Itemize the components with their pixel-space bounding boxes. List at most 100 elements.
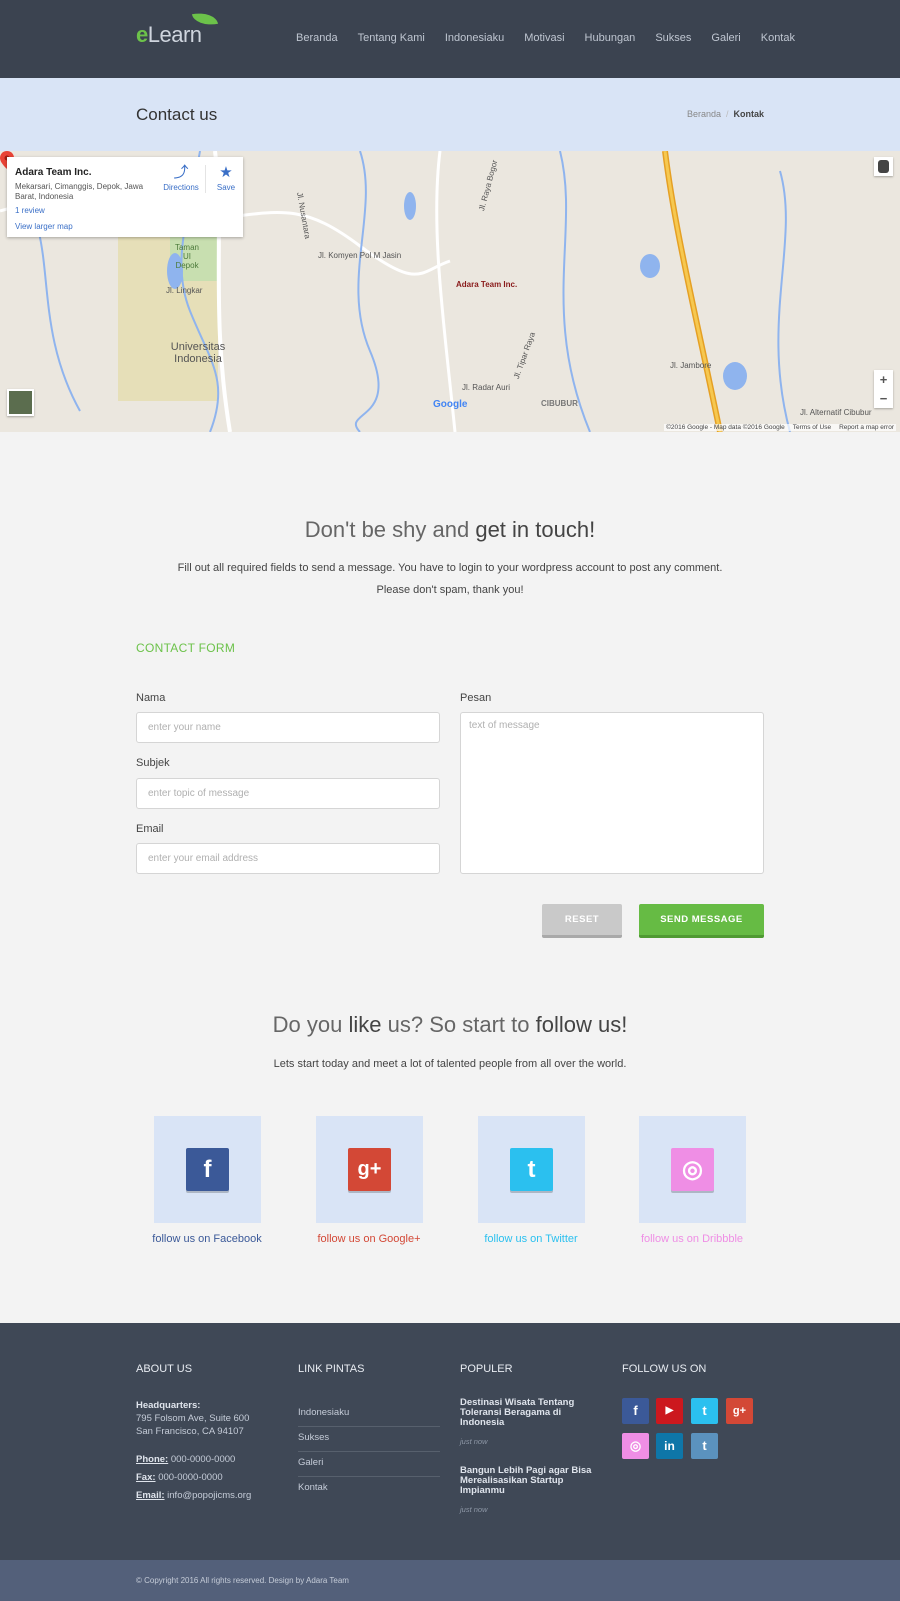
- about-heading: ABOUT US: [136, 1363, 193, 1375]
- google-plus-icon[interactable]: g+: [726, 1398, 753, 1424]
- intro-line-2: Please don't spam, thank you!: [376, 584, 524, 596]
- directions-label: Directions: [163, 183, 199, 192]
- terms-link[interactable]: Terms of Use: [793, 424, 831, 431]
- site-logo[interactable]: eLearn: [136, 22, 202, 48]
- street-view-pegman[interactable]: [874, 157, 893, 176]
- google-plus-icon: g+: [348, 1148, 391, 1191]
- twitter-tile[interactable]: t: [478, 1116, 585, 1223]
- zoom-in-button[interactable]: +: [874, 370, 893, 389]
- map-place-card: Adara Team Inc. Mekarsari, Cimanggis, De…: [7, 157, 243, 237]
- nav-sukses[interactable]: Sukses: [655, 32, 691, 44]
- footer-link-kontak[interactable]: Kontak: [298, 1482, 440, 1501]
- star-icon: ★: [219, 164, 233, 181]
- lake: [723, 362, 747, 390]
- card-divider: [205, 165, 206, 193]
- nav-hubungan[interactable]: Hubungan: [585, 32, 636, 44]
- popular-heading: POPULER: [460, 1363, 513, 1375]
- name-label: Nama: [136, 692, 166, 704]
- footer-link-sukses[interactable]: Sukses: [298, 1432, 440, 1452]
- place-review-link[interactable]: 1 review: [15, 206, 45, 215]
- facebook-icon: f: [186, 1148, 229, 1191]
- map-street-label: Jl. Komyen Pol M Jasin: [318, 251, 402, 260]
- page-title: Contact us: [136, 105, 218, 124]
- map-street-label: Jl. Lingkar: [166, 286, 203, 295]
- subject-input[interactable]: [136, 778, 440, 809]
- road: [435, 151, 457, 432]
- footer-bottom-bar: © Copyright 2016 All rights reserved. De…: [0, 1560, 900, 1601]
- map-street-label: Jl. Radar Auri: [462, 383, 511, 392]
- popular-post-title[interactable]: Bangun Lebih Pagi agar Bisa Merealisasik…: [460, 1466, 600, 1496]
- send-message-button[interactable]: SEND MESSAGE: [639, 904, 764, 938]
- directions-icon: ⤴: [173, 164, 189, 181]
- twitter-follow-link[interactable]: follow us on Twitter: [461, 1233, 601, 1245]
- river: [777, 170, 791, 432]
- twitter-icon: t: [510, 1148, 553, 1191]
- breadcrumb-home[interactable]: Beranda: [687, 109, 721, 119]
- nav-tentang-kami[interactable]: Tentang Kami: [358, 32, 425, 44]
- lake: [640, 254, 660, 278]
- site-footer: ABOUT US Headquarters: 795 Folsom Ave, S…: [0, 1323, 900, 1560]
- river: [354, 151, 380, 432]
- nav-galeri[interactable]: Galeri: [711, 32, 740, 44]
- name-input[interactable]: [136, 712, 440, 743]
- contact-heading: Don't be shy and get in touch!: [304, 517, 596, 542]
- map-street-label: Jl. Alternatif Cibubur: [800, 408, 872, 417]
- linkedin-icon[interactable]: in: [656, 1433, 683, 1459]
- tumblr-icon[interactable]: t: [691, 1433, 718, 1459]
- dribbble-icon: ◎: [671, 1148, 714, 1191]
- map-district-label: CIBUBUR: [541, 399, 578, 408]
- follow-us-heading: FOLLOW US ON: [622, 1363, 707, 1375]
- popular-post-title[interactable]: Destinasi Wisata Tentang Toleransi Berag…: [460, 1398, 600, 1428]
- pegman-icon: [878, 160, 889, 173]
- facebook-icon[interactable]: f: [622, 1398, 649, 1424]
- view-larger-map-link[interactable]: View larger map: [15, 222, 73, 231]
- footer-email-link[interactable]: info@popojicms.org: [167, 1490, 251, 1501]
- google-plus-follow-link[interactable]: follow us on Google+: [299, 1233, 439, 1245]
- report-error-link[interactable]: Report a map error: [839, 424, 894, 431]
- map-copyright: ©2016 Google - Map data ©2016 Google: [666, 424, 785, 431]
- facebook-follow-link[interactable]: follow us on Facebook: [137, 1233, 277, 1245]
- copyright-text: © Copyright 2016 All rights reserved. De…: [136, 1576, 349, 1585]
- map-attribution: ©2016 Google - Map data ©2016 Google Term…: [664, 424, 896, 431]
- google-map[interactable]: Jl. Komyen Pol M Jasin Jl. Raya Bogor Jl…: [0, 151, 900, 432]
- zoom-control: + −: [874, 370, 893, 408]
- follow-heading: Do you like us? So start to follow us!: [272, 1012, 628, 1037]
- satellite-toggle[interactable]: [7, 389, 34, 416]
- reset-button[interactable]: RESET: [542, 904, 622, 938]
- dribbble-icon[interactable]: ◎: [622, 1433, 649, 1459]
- contact-form-title: CONTACT FORM: [136, 641, 236, 655]
- breadcrumb: Beranda / Kontak: [687, 109, 764, 119]
- facebook-tile[interactable]: f: [154, 1116, 261, 1223]
- google-logo: Google: [433, 399, 468, 410]
- dribbble-tile[interactable]: ◎: [639, 1116, 746, 1223]
- nav-motivasi[interactable]: Motivasi: [524, 32, 564, 44]
- google-plus-tile[interactable]: g+: [316, 1116, 423, 1223]
- links-heading: LINK PINTAS: [298, 1363, 365, 1375]
- subject-label: Subjek: [136, 757, 170, 769]
- intro-line-1: Fill out all required fields to send a m…: [177, 562, 723, 574]
- save-label: Save: [216, 183, 236, 192]
- directions-button[interactable]: ⤴ Directions: [159, 163, 203, 192]
- youtube-icon[interactable]: ▶: [656, 1398, 683, 1424]
- message-textarea[interactable]: [460, 712, 764, 874]
- save-button[interactable]: ★ Save: [211, 163, 241, 192]
- zoom-out-button[interactable]: −: [874, 389, 893, 408]
- fax-line: Fax: 000-0000-0000: [136, 1472, 223, 1483]
- email-label: Email: [136, 823, 164, 835]
- popular-post-time: just now: [460, 1505, 488, 1514]
- email-input[interactable]: [136, 843, 440, 874]
- breadcrumb-current: Kontak: [733, 109, 764, 119]
- footer-link-indonesiaku[interactable]: Indonesiaku: [298, 1407, 440, 1427]
- nav-kontak[interactable]: Kontak: [761, 32, 795, 44]
- breadcrumb-separator: /: [725, 109, 729, 119]
- footer-link-galeri[interactable]: Galeri: [298, 1457, 440, 1477]
- nav-indonesiaku[interactable]: Indonesiaku: [445, 32, 504, 44]
- nav-beranda[interactable]: Beranda: [296, 32, 338, 44]
- map-pin-label: Adara Team Inc.: [456, 280, 518, 289]
- place-title: Adara Team Inc.: [15, 167, 92, 178]
- twitter-icon[interactable]: t: [691, 1398, 718, 1424]
- map-park-label: Taman UI Depok: [174, 243, 199, 270]
- follow-subtitle: Lets start today and meet a lot of talen…: [273, 1058, 627, 1070]
- dribbble-follow-link[interactable]: follow us on Dribbble: [622, 1233, 762, 1245]
- map-place-label: Universitas Indonesia: [170, 341, 226, 365]
